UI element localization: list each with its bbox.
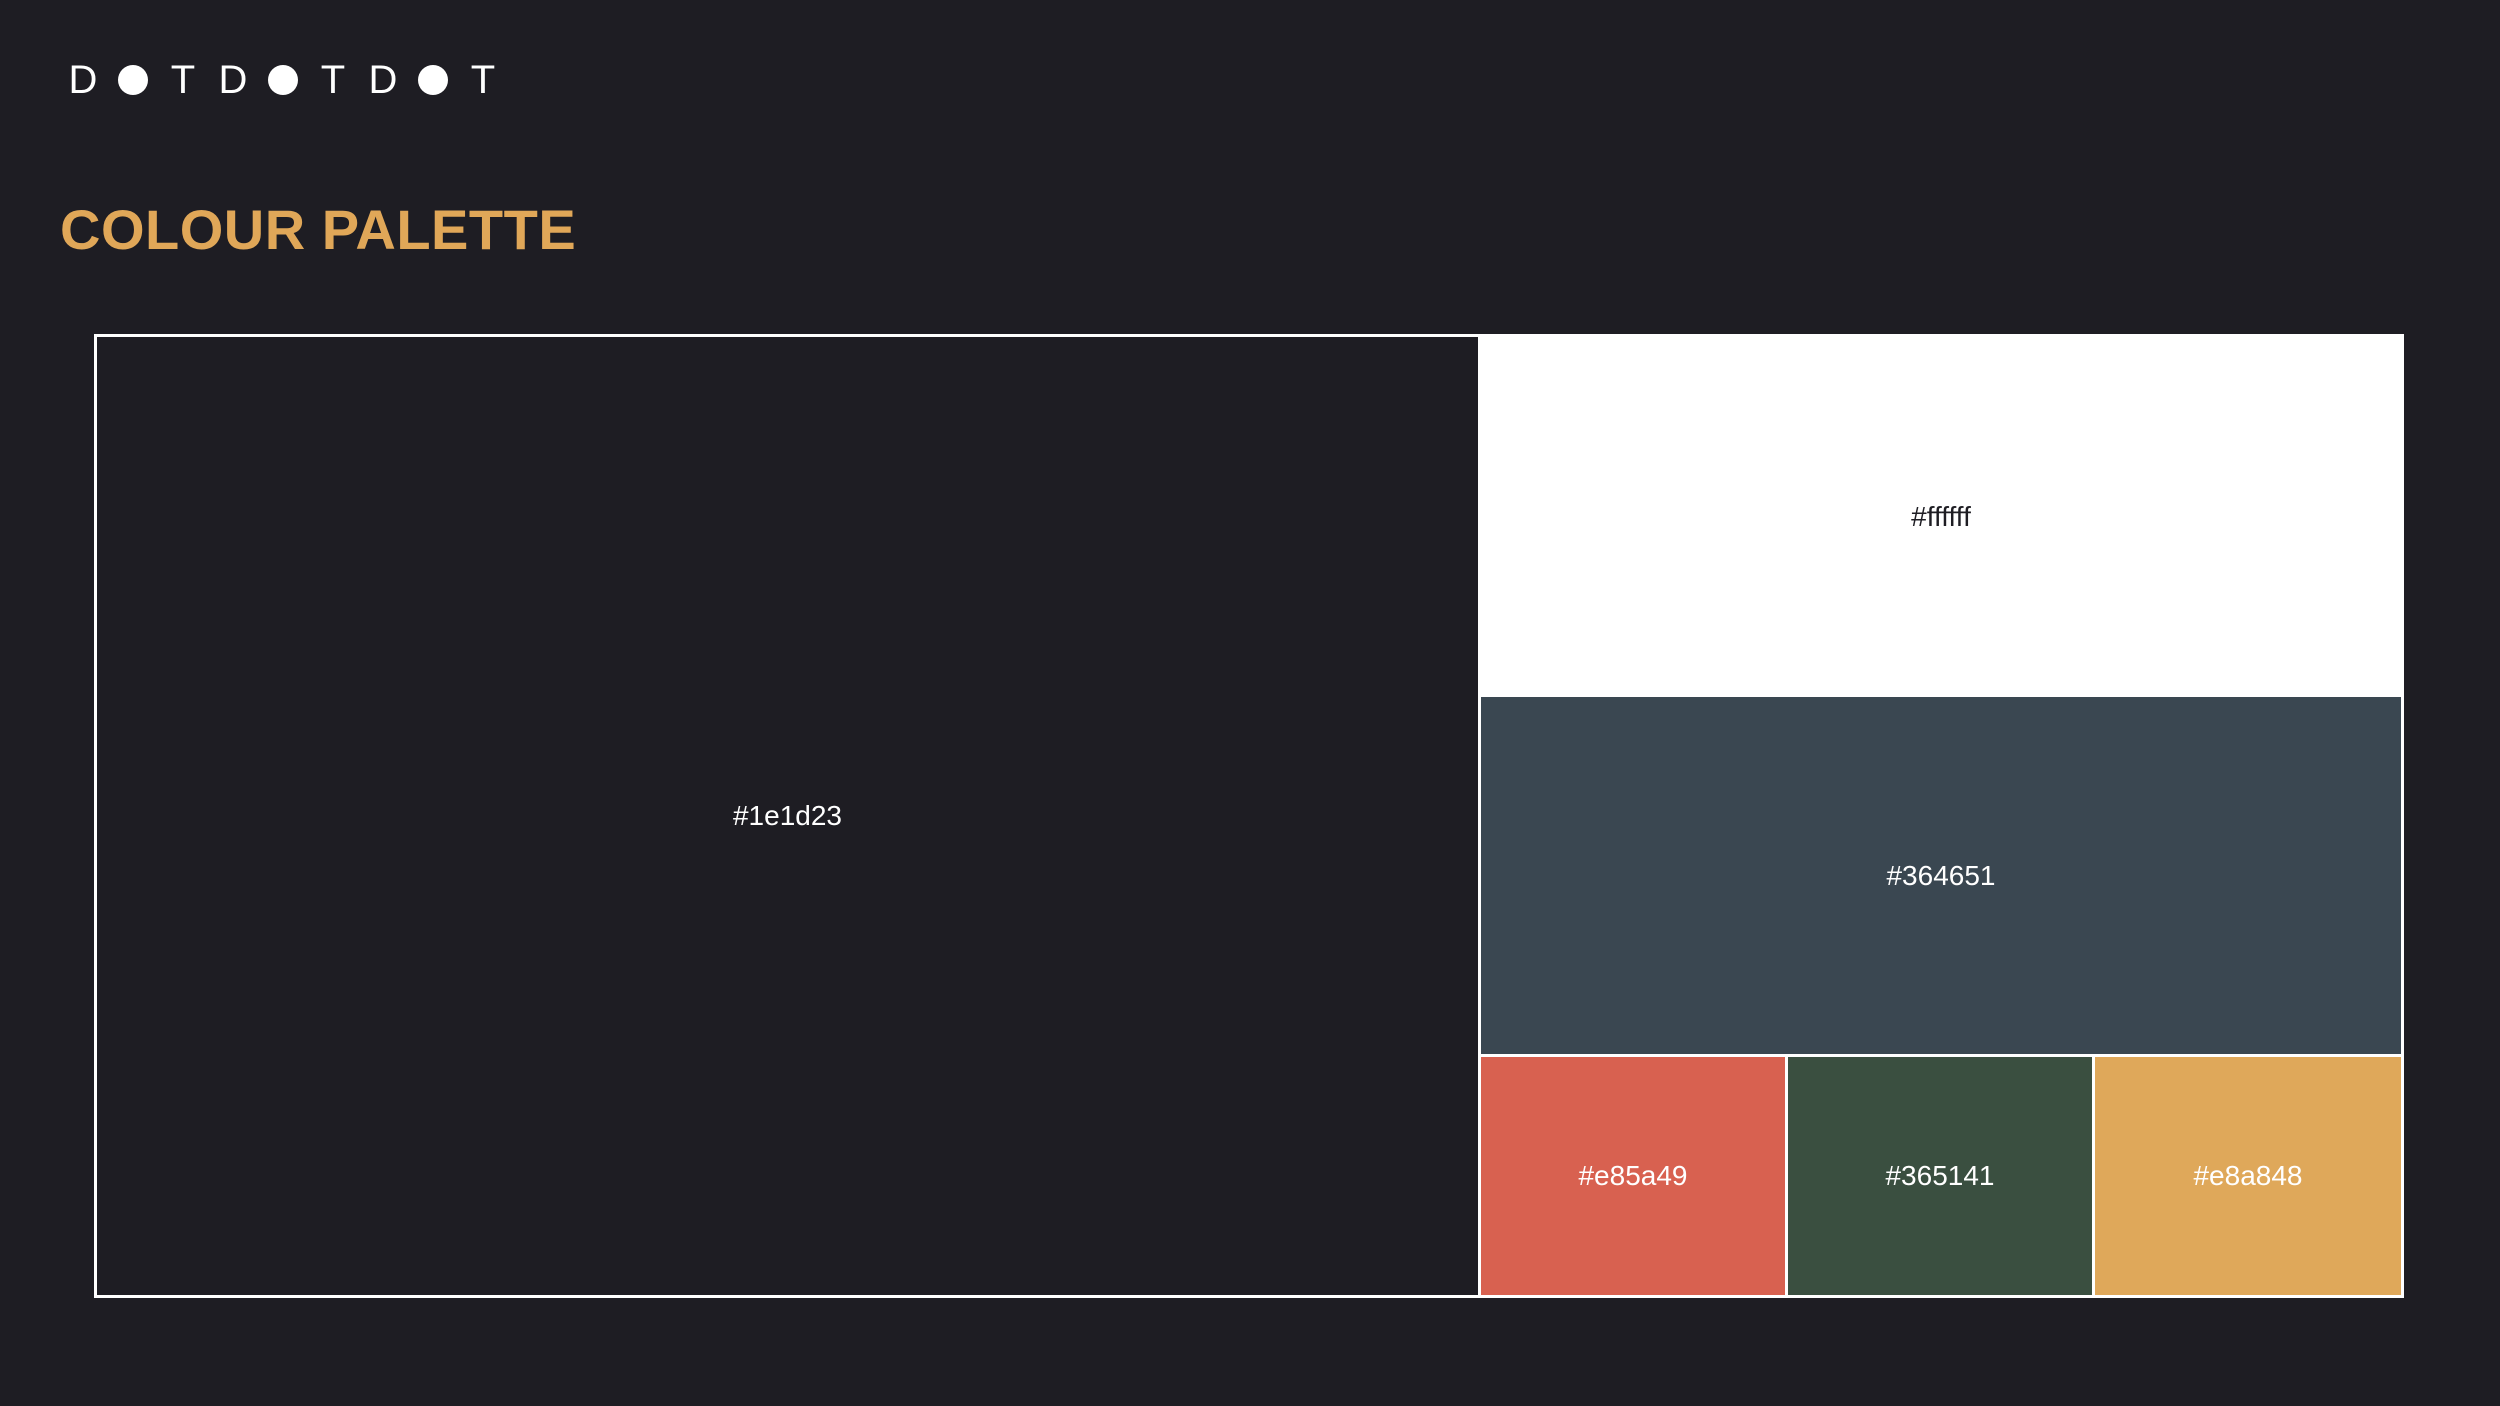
logo-dot-2	[268, 65, 298, 95]
brand-logo: D T D T D T	[68, 58, 518, 102]
swatch-hex-label: #364651	[1886, 859, 1996, 891]
logo-letter-t3: T	[470, 58, 496, 102]
logo-letter-t1: T	[170, 58, 196, 102]
swatch-green: #365141	[1788, 1057, 2095, 1295]
swatch-red: #e85a49	[1481, 1057, 1788, 1295]
swatch-primary-dark: #1e1d23	[97, 337, 1481, 1295]
swatch-white: #ffffff	[1481, 337, 2401, 697]
swatch-slate: #364651	[1481, 697, 2401, 1057]
page-title: COLOUR PALETTE	[60, 198, 577, 261]
swatch-gold: #e8a848	[2095, 1057, 2401, 1295]
logo-letter-d2: D	[218, 58, 248, 102]
colour-palette-grid: #1e1d23 #ffffff #364651 #e85a49 #365141 …	[94, 334, 2404, 1298]
logo-letter-t2: T	[320, 58, 346, 102]
swatch-hex-label: #ffffff	[1911, 501, 1971, 532]
swatch-hex-label: #e85a49	[1578, 1160, 1688, 1191]
logo-letter-d3: D	[368, 58, 398, 102]
logo-dot-1	[118, 65, 148, 95]
swatch-hex-label: #e8a848	[2193, 1160, 2303, 1191]
logo-letter-d1: D	[68, 58, 98, 102]
swatch-hex-label: #365141	[1885, 1160, 1995, 1191]
logo-dot-3	[418, 65, 448, 95]
swatch-hex-label: #1e1d23	[732, 800, 842, 831]
